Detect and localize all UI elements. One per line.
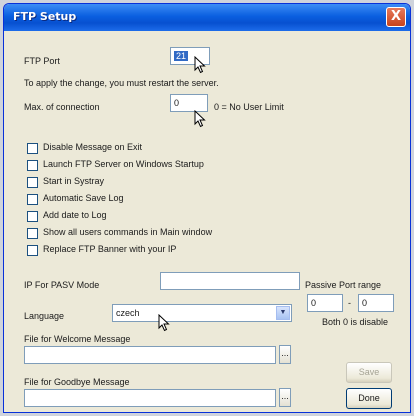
checkbox[interactable]	[27, 194, 38, 205]
max-connection-label: Max. of connection	[24, 102, 100, 112]
save-button[interactable]: Save	[346, 362, 392, 383]
ftp-port-label: FTP Port	[24, 56, 60, 66]
option-label: Add date to Log	[43, 210, 107, 220]
option-label: Replace FTP Banner with your IP	[43, 244, 177, 254]
restart-note: To apply the change, you must restart th…	[24, 78, 219, 88]
language-selected-value: czech	[116, 308, 140, 318]
mouse-cursor-icon	[158, 314, 170, 332]
chevron-down-icon[interactable]: ▼	[276, 306, 290, 320]
passive-port-from-value: 0	[311, 298, 317, 308]
max-connection-hint: 0 = No User Limit	[214, 102, 284, 112]
ftp-setup-window: FTP Setup X FTP Port 21 To apply the cha…	[3, 3, 411, 413]
close-icon: X	[390, 9, 402, 24]
window-title: FTP Setup	[13, 10, 77, 23]
title-bar[interactable]: FTP Setup X	[4, 4, 410, 31]
goodbye-file-input[interactable]	[24, 389, 276, 407]
max-connection-value: 0	[174, 98, 180, 108]
goodbye-file-label: File for Goodbye Message	[24, 377, 130, 387]
passive-port-to-value: 0	[362, 298, 368, 308]
goodbye-browse-button[interactable]: ...	[279, 388, 291, 407]
mouse-cursor-icon	[194, 110, 206, 128]
welcome-browse-button[interactable]: ...	[279, 345, 291, 364]
passive-port-to-input[interactable]: 0	[358, 294, 394, 312]
pasv-ip-input[interactable]	[160, 272, 300, 290]
option-label: Launch FTP Server on Windows Startup	[43, 159, 204, 169]
option-label: Automatic Save Log	[43, 193, 124, 203]
passive-port-separator: -	[348, 298, 351, 308]
mouse-cursor-icon	[194, 56, 206, 74]
welcome-file-input[interactable]	[24, 346, 276, 364]
close-button[interactable]: X	[386, 7, 406, 27]
checkbox[interactable]	[27, 211, 38, 222]
done-button[interactable]: Done	[346, 388, 392, 409]
passive-port-range-label: Passive Port range	[305, 280, 382, 290]
welcome-file-label: File for Welcome Message	[24, 334, 131, 344]
language-select[interactable]: czech ▼	[112, 304, 292, 322]
option-label: Show all users commands in Main window	[43, 227, 213, 237]
pasv-ip-label: IP For PASV Mode	[24, 280, 100, 290]
checkbox[interactable]	[27, 160, 38, 171]
language-label: Language	[24, 311, 65, 321]
checkbox[interactable]	[27, 228, 38, 239]
checkbox[interactable]	[27, 143, 38, 154]
option-label: Disable Message on Exit	[43, 142, 143, 152]
passive-port-from-input[interactable]: 0	[307, 294, 343, 312]
ftp-port-value: 21	[174, 51, 189, 61]
passive-port-hint: Both 0 is disable	[322, 317, 389, 327]
checkbox[interactable]	[27, 177, 38, 188]
checkbox[interactable]	[27, 245, 38, 256]
option-label: Start in Systray	[43, 176, 105, 186]
